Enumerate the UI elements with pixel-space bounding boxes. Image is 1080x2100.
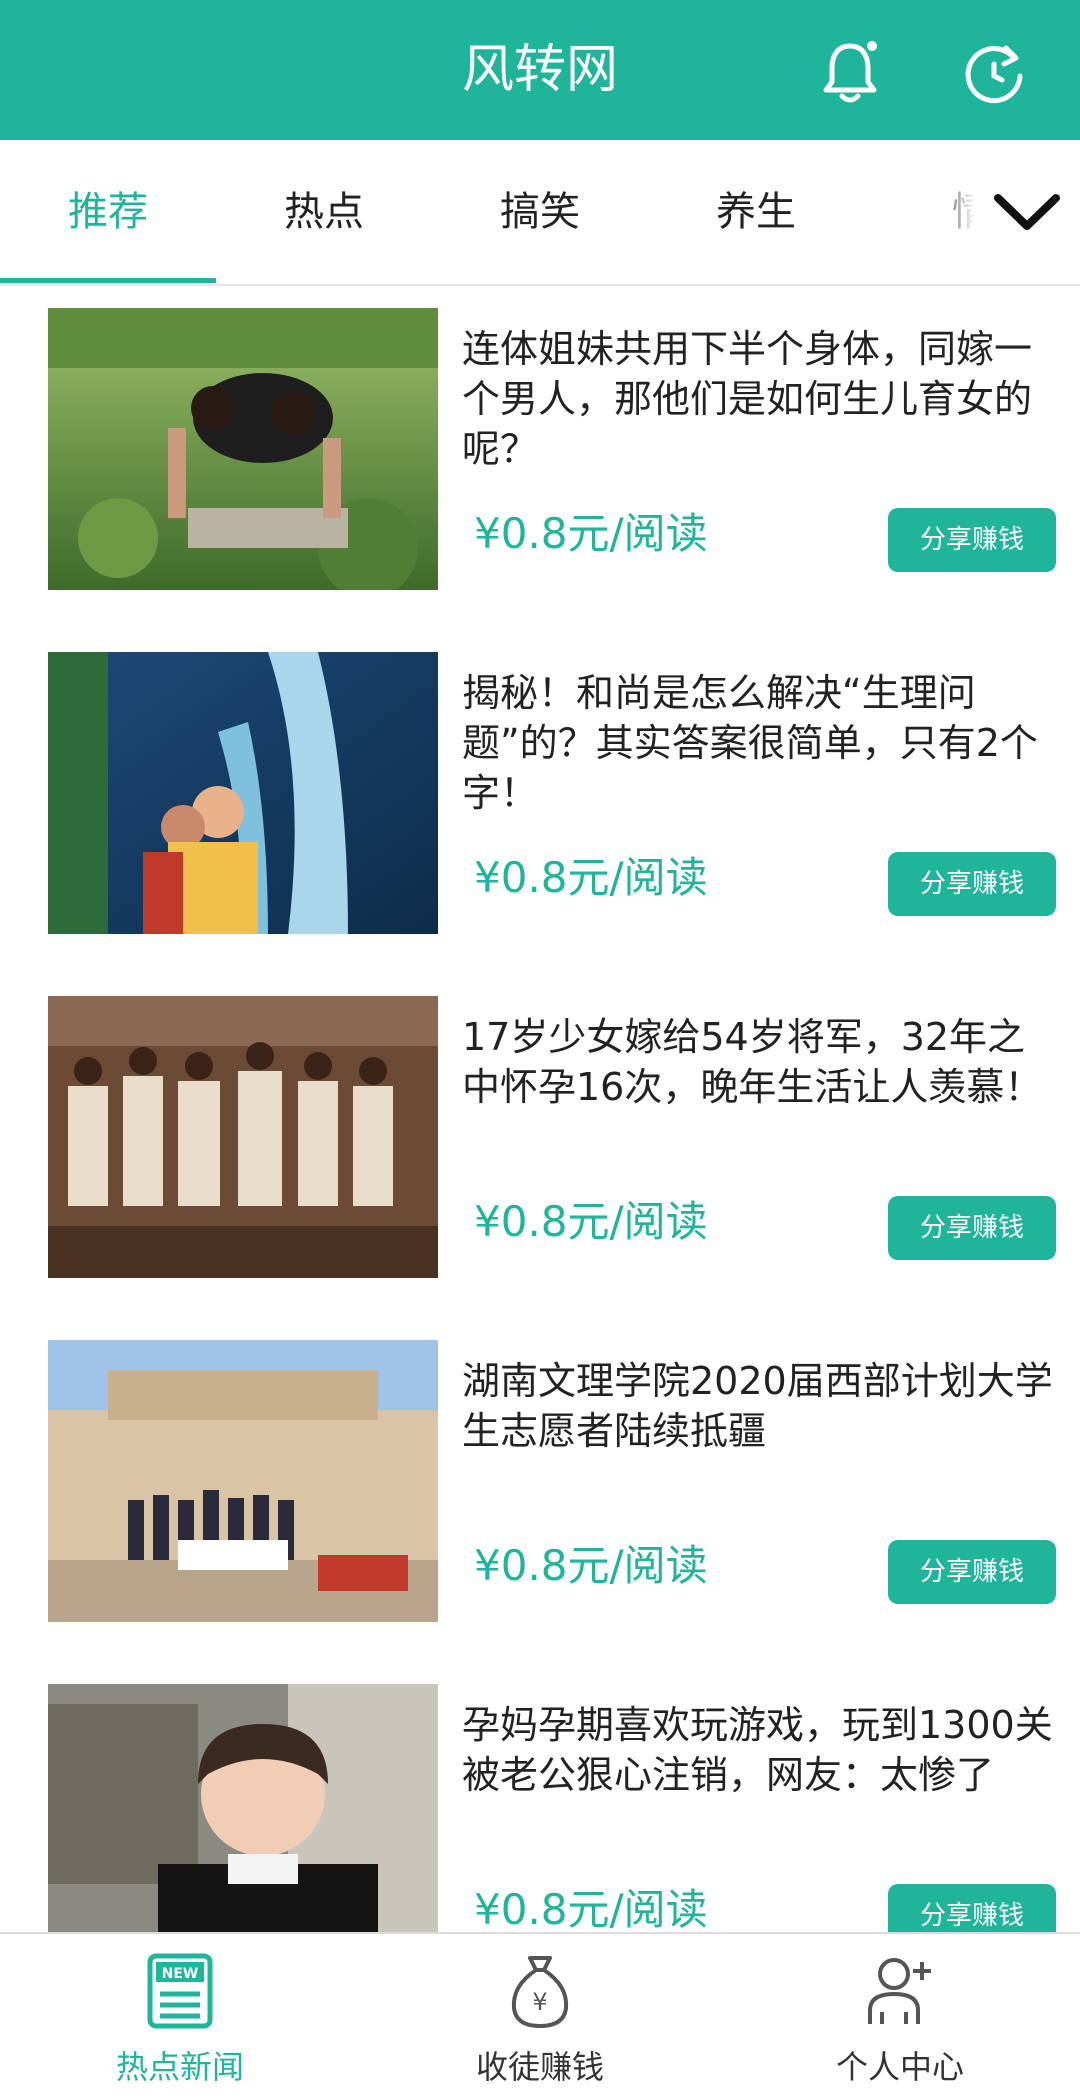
app-title: 风转网 — [461, 40, 618, 100]
article-title[interactable]: 孕妈孕期喜欢玩游戏，玩到1300关被老公狠心注销，网友：太惨了 — [462, 1700, 1058, 1800]
article-title[interactable]: 17岁少女嫁给54岁将军，32年之中怀孕16次，晚年生活让人羡慕！ — [462, 1012, 1058, 1112]
article-thumbnail — [48, 308, 438, 590]
nav-hot-news[interactable]: NEW 热点新闻 — [0, 1934, 360, 2100]
article-card[interactable]: 湖南文理学院2020届西部计划大学生志愿者陆续抵疆 ¥0.8元/阅读 分享赚钱 — [0, 1318, 1080, 1664]
chevron-down-icon — [994, 194, 1060, 230]
share-earn-button[interactable]: 分享赚钱 — [888, 1540, 1056, 1604]
nav-label: 个人中心 — [835, 2048, 964, 2086]
nav-recruit-earn[interactable]: ¥ 收徒赚钱 — [360, 1934, 720, 2100]
share-earn-button[interactable]: 分享赚钱 — [888, 1196, 1056, 1260]
share-earn-button[interactable]: 分享赚钱 — [888, 852, 1056, 916]
article-price: ¥0.8元/阅读 — [474, 1541, 708, 1590]
category-tabs: 推荐 热点 搞笑 养生 情 — [0, 140, 1080, 286]
article-thumbnail — [48, 652, 438, 934]
article-price: ¥0.8元/阅读 — [474, 1197, 708, 1246]
tabs-more-button[interactable] — [930, 140, 1080, 284]
svg-text:¥: ¥ — [532, 1988, 547, 2016]
article-thumbnail — [48, 1684, 438, 1932]
share-earn-button[interactable]: 分享赚钱 — [888, 1884, 1056, 1932]
article-card[interactable]: 孕妈孕期喜欢玩游戏，玩到1300关被老公狠心注销，网友：太惨了 ¥0.8元/阅读… — [0, 1662, 1080, 1932]
article-thumbnail — [48, 996, 438, 1278]
bottom-navigation: NEW 热点新闻 ¥ 收徒赚钱 个人中心 — [0, 1932, 1080, 2100]
svg-text:NEW: NEW — [162, 1966, 199, 1982]
article-thumbnail — [48, 1340, 438, 1622]
nav-personal-center[interactable]: 个人中心 — [720, 1934, 1080, 2100]
article-card[interactable]: 揭秘！和尚是怎么解决“生理问题”的？其实答案很简单，只有2个字！ ¥0.8元/阅… — [0, 630, 1080, 976]
article-card[interactable]: 连体姐妹共用下半个身体，同嫁一个男人，那他们是如何生儿育女的呢？ ¥0.8元/阅… — [0, 286, 1080, 632]
user-add-icon — [868, 1958, 931, 2024]
news-icon: NEW — [147, 1953, 213, 2029]
article-price: ¥0.8元/阅读 — [474, 1885, 708, 1932]
app-header: 风转网 — [0, 0, 1080, 140]
article-title[interactable]: 连体姐妹共用下半个身体，同嫁一个男人，那他们是如何生儿育女的呢？ — [462, 324, 1058, 474]
article-title[interactable]: 揭秘！和尚是怎么解决“生理问题”的？其实答案很简单，只有2个字！ — [462, 668, 1058, 818]
tab-funny[interactable]: 搞笑 — [432, 140, 648, 284]
money-bag-icon: ¥ — [511, 1956, 569, 2028]
nav-label: 热点新闻 — [115, 2048, 244, 2086]
tab-recommend[interactable]: 推荐 — [0, 140, 216, 284]
article-feed[interactable]: 连体姐妹共用下半个身体，同嫁一个男人，那他们是如何生儿育女的呢？ ¥0.8元/阅… — [0, 286, 1080, 1932]
article-title[interactable]: 湖南文理学院2020届西部计划大学生志愿者陆续抵疆 — [462, 1356, 1058, 1456]
nav-label: 收徒赚钱 — [475, 2048, 604, 2086]
share-earn-button[interactable]: 分享赚钱 — [888, 508, 1056, 572]
bell-icon[interactable] — [814, 36, 886, 108]
tab-hot[interactable]: 热点 — [216, 140, 432, 284]
article-card[interactable]: 17岁少女嫁给54岁将军，32年之中怀孕16次，晚年生活让人羡慕！ ¥0.8元/… — [0, 974, 1080, 1320]
article-price: ¥0.8元/阅读 — [474, 509, 708, 558]
refresh-icon[interactable] — [958, 36, 1030, 108]
active-tab-indicator — [0, 278, 216, 283]
article-price: ¥0.8元/阅读 — [474, 853, 708, 902]
tab-health[interactable]: 养生 — [648, 140, 864, 284]
